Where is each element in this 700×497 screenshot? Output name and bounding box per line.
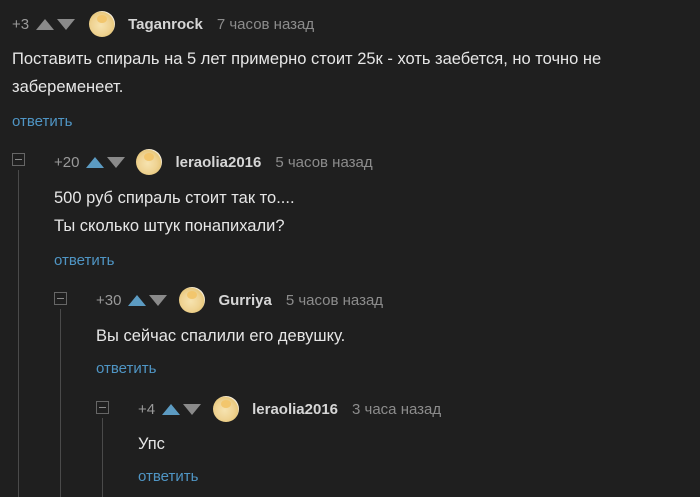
downvote-arrow-icon[interactable] [149,294,168,306]
comment-rating: +20 [54,153,80,171]
collapse-icon[interactable] [96,401,109,414]
comment-text-line: забеременеет. [12,78,124,96]
upvote-arrow-icon[interactable] [162,403,181,415]
comment-time: 7 часов назад [216,15,315,33]
comment-header: +20 leraolia2016 5 часов назад [54,149,373,175]
comment-thread: +3 Taganrock 7 часов назад Поставить спи… [0,0,700,497]
comment-time: 5 часов назад [275,153,373,171]
comment-time: 5 часов назад [285,291,384,309]
downvote-arrow-icon[interactable] [183,403,202,415]
comment-header: +30 Gurriya 5 часов назад [96,287,384,313]
comment-rating: +4 [138,400,156,418]
comment-text-line: Вы сейчас спалили его девушку. [96,327,346,345]
comment-text-line: Ты сколько штук понапихали? [54,217,285,235]
thread-line[interactable] [60,309,61,497]
downvote-arrow-icon[interactable] [107,156,126,168]
comment-text: Упс [138,430,165,458]
comment-rating: +3 [12,15,30,33]
thread-line[interactable] [18,170,19,497]
avatar[interactable] [179,287,206,313]
comment-header: +4 leraolia2016 3 часа назад [138,396,442,422]
comment-text: 500 руб спираль стоит так то.... Ты скол… [54,184,295,240]
avatar[interactable] [136,149,163,175]
avatar[interactable] [89,11,116,37]
reply-link[interactable]: ответить [12,113,72,130]
comment-username[interactable]: leraolia2016 [252,401,338,418]
comment-text-line: Упс [138,435,165,453]
reply-link[interactable]: ответить [54,252,114,269]
reply-link[interactable]: ответить [138,468,198,485]
upvote-arrow-icon[interactable] [86,156,105,168]
comment-username[interactable]: Gurriya [218,292,271,309]
collapse-icon[interactable] [12,153,25,166]
comment-text-line: Поставить спираль на 5 лет примерно стои… [12,50,602,68]
upvote-arrow-icon[interactable] [36,18,55,30]
comment-header: +3 Taganrock 7 часов назад [12,11,315,37]
comment-username[interactable]: Taganrock [128,16,203,33]
reply-link[interactable]: ответить [96,360,156,377]
comment-text-line: 500 руб спираль стоит так то.... [54,189,295,207]
comment-text: Вы сейчас спалили его девушку. [96,322,345,350]
comment-rating: +30 [96,291,122,309]
upvote-arrow-icon[interactable] [128,294,147,306]
avatar[interactable] [213,396,240,422]
downvote-arrow-icon[interactable] [57,18,76,30]
thread-line[interactable] [102,418,103,497]
comment-time: 3 часа назад [352,400,442,418]
comment-text: Поставить спираль на 5 лет примерно стои… [12,45,601,101]
collapse-icon[interactable] [54,292,67,305]
comment-username[interactable]: leraolia2016 [175,154,261,171]
